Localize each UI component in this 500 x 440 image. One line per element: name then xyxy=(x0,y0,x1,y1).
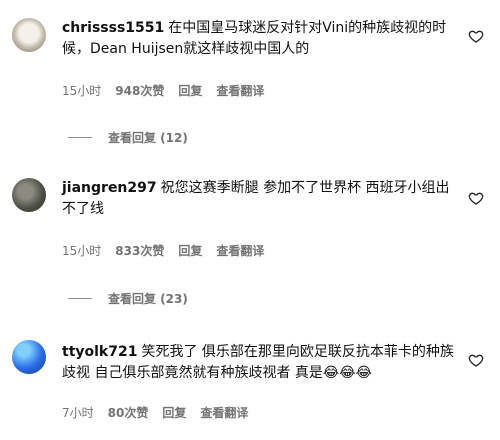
translate-button[interactable]: 查看翻译 xyxy=(216,242,264,259)
comment-likes[interactable]: 833次赞 xyxy=(115,242,164,259)
translate-button[interactable]: 查看翻译 xyxy=(200,404,248,421)
like-heart-icon[interactable] xyxy=(468,352,484,368)
comment-time: 7小时 xyxy=(62,406,94,420)
comment-username[interactable]: chrissss1551 xyxy=(62,20,164,36)
reply-button[interactable]: 回复 xyxy=(162,404,186,421)
view-replies-label: 查看回复 (23) xyxy=(108,292,188,306)
comment-username[interactable]: ttyolk721 xyxy=(62,344,137,360)
comment-body: chrissss1551 在中国皇马球迷反对针对Vini的种族歧视的时候，Dean… xyxy=(62,18,460,60)
translate-button[interactable]: 查看翻译 xyxy=(216,82,264,99)
reply-button[interactable]: 回复 xyxy=(178,242,202,259)
comment-username[interactable]: jiangren297 xyxy=(62,180,157,196)
divider xyxy=(68,137,92,138)
comment-body: jiangren297 祝您这赛季断腿 参加不了世界杯 西班牙小组出不了线 xyxy=(62,178,460,220)
comment-meta: 7小时 80次赞 回复 查看翻译 xyxy=(62,404,248,421)
view-replies-button[interactable]: 查看回复 (23) xyxy=(68,290,188,307)
comment-meta: 15小时 833次赞 回复 查看翻译 xyxy=(62,242,264,259)
comment-meta: 15小时 948次赞 回复 查看翻译 xyxy=(62,82,264,99)
like-heart-icon[interactable] xyxy=(468,190,484,206)
avatar[interactable] xyxy=(12,178,46,212)
emoji-laughing: 😂😂😂 xyxy=(322,365,372,381)
comment-time: 15小时 xyxy=(62,84,102,98)
view-replies-button[interactable]: 查看回复 (12) xyxy=(68,129,188,146)
divider xyxy=(68,298,92,299)
comment-likes[interactable]: 80次赞 xyxy=(108,404,149,421)
comment-body: ttyolk721 笑死我了 俱乐部在那里向欧足联反抗本菲卡的种族歧视 自己俱乐部… xyxy=(62,342,460,384)
like-heart-icon[interactable] xyxy=(468,28,484,44)
comment-time: 15小时 xyxy=(62,244,102,258)
avatar[interactable] xyxy=(12,18,46,52)
comment-likes[interactable]: 948次赞 xyxy=(115,82,164,99)
reply-button[interactable]: 回复 xyxy=(178,82,202,99)
view-replies-label: 查看回复 (12) xyxy=(108,131,188,145)
avatar[interactable] xyxy=(12,340,46,374)
